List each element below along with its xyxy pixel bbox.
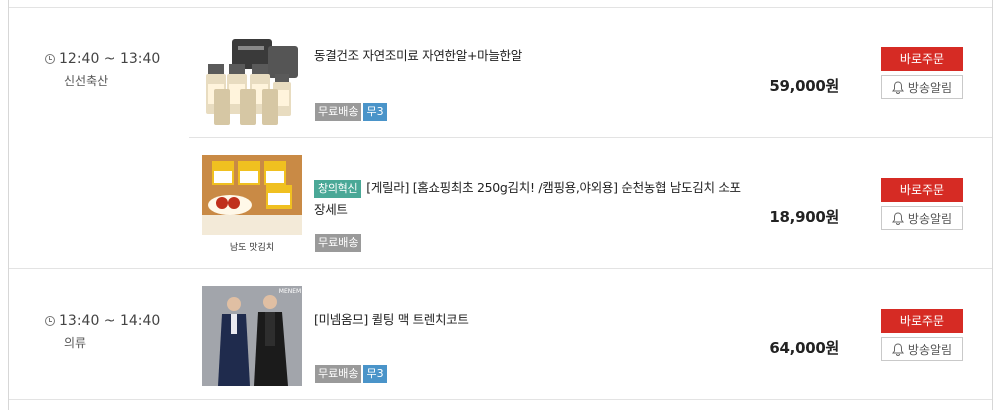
alarm-label: 방송알림 (907, 80, 953, 95)
bell-icon (891, 211, 904, 225)
product-title[interactable]: 창의혁신 [게릴라] [홈쇼핑최초 250g김치! /캠핑용,야외용] 순천농협 … (314, 177, 744, 221)
alarm-label: 방송알림 (907, 342, 953, 357)
product-price: 59,000원 (769, 77, 839, 95)
product-image[interactable]: 남도 맛김치 (202, 155, 302, 255)
clock-icon (45, 54, 55, 64)
interest-free-tag: 무3 (363, 103, 387, 121)
product-title[interactable]: [미넴옴므] 퀼팅 맥 트렌치코트 (314, 309, 744, 331)
product-price: 64,000원 (769, 339, 839, 357)
order-now-button[interactable]: 바로주문 (881, 47, 963, 71)
image-caption: MENEM (279, 288, 301, 295)
product-title-text: [게릴라] [홈쇼핑최초 250g김치! /캠핑용,야외용] 순천농협 남도김치… (314, 180, 741, 217)
divider (9, 399, 992, 400)
alarm-label: 방송알림 (907, 211, 953, 226)
divider (189, 137, 992, 138)
tag-group: 무료배송 무3 (315, 365, 387, 383)
order-now-button[interactable]: 바로주문 (881, 309, 963, 333)
category-label: 신선축산 (64, 74, 109, 88)
product-title-text: [미넴옴므] 퀼팅 맥 트렌치코트 (314, 312, 469, 327)
interest-free-tag: 무3 (363, 365, 387, 383)
innovation-badge: 창의혁신 (314, 179, 362, 198)
broadcast-time: 13:40 ~ 14:40 (45, 313, 160, 329)
image-caption: 남도 맛김치 (230, 241, 274, 253)
product-image[interactable]: MENEM (202, 286, 302, 386)
time-label: 12:40 ~ 13:40 (59, 51, 161, 67)
product-price: 18,900원 (769, 208, 839, 226)
time-label: 13:40 ~ 14:40 (59, 313, 161, 329)
category-label: 의류 (64, 336, 87, 350)
tag-group: 무료배송 무3 (315, 103, 387, 121)
broadcast-alarm-button[interactable]: 방송알림 (881, 337, 963, 361)
divider (9, 268, 992, 269)
broadcast-time: 12:40 ~ 13:40 (45, 51, 160, 67)
free-shipping-tag: 무료배송 (315, 103, 362, 121)
broadcast-alarm-button[interactable]: 방송알림 (881, 75, 963, 99)
divider (9, 7, 992, 8)
free-shipping-tag: 무료배송 (315, 234, 362, 252)
order-now-button[interactable]: 바로주문 (881, 178, 963, 202)
product-image[interactable] (202, 34, 302, 134)
tag-group: 무료배송 (315, 234, 362, 252)
product-title[interactable]: 동결건조 자연조미료 자연한알+마늘한알 (314, 45, 744, 67)
bell-icon (891, 80, 904, 94)
free-shipping-tag: 무료배송 (315, 365, 362, 383)
clock-icon (45, 316, 55, 326)
product-title-text: 동결건조 자연조미료 자연한알+마늘한알 (314, 48, 522, 63)
broadcast-alarm-button[interactable]: 방송알림 (881, 206, 963, 230)
bell-icon (891, 342, 904, 356)
